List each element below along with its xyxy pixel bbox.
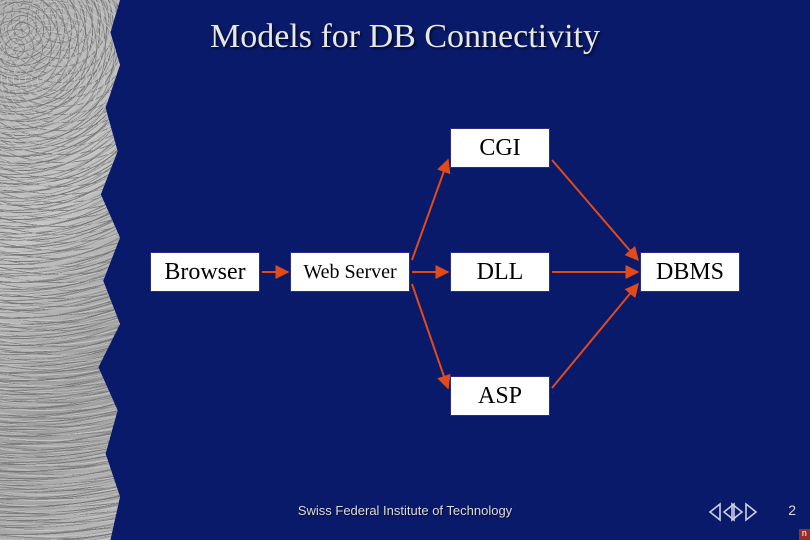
slide-number: 2 bbox=[788, 502, 796, 518]
page-title: Models for DB Connectivity bbox=[0, 18, 810, 56]
node-web-server: Web Server bbox=[290, 252, 410, 292]
footer-text: Swiss Federal Institute of Technology bbox=[0, 503, 810, 518]
corner-badge: n bbox=[799, 529, 810, 540]
node-browser: Browser bbox=[150, 252, 260, 292]
node-cgi: CGI bbox=[450, 128, 550, 168]
node-dll: DLL bbox=[450, 252, 550, 292]
node-dbms: DBMS bbox=[640, 252, 740, 292]
node-asp: ASP bbox=[450, 376, 550, 416]
sidebar-texture bbox=[0, 0, 120, 540]
slide-nav-icon[interactable] bbox=[706, 498, 762, 526]
